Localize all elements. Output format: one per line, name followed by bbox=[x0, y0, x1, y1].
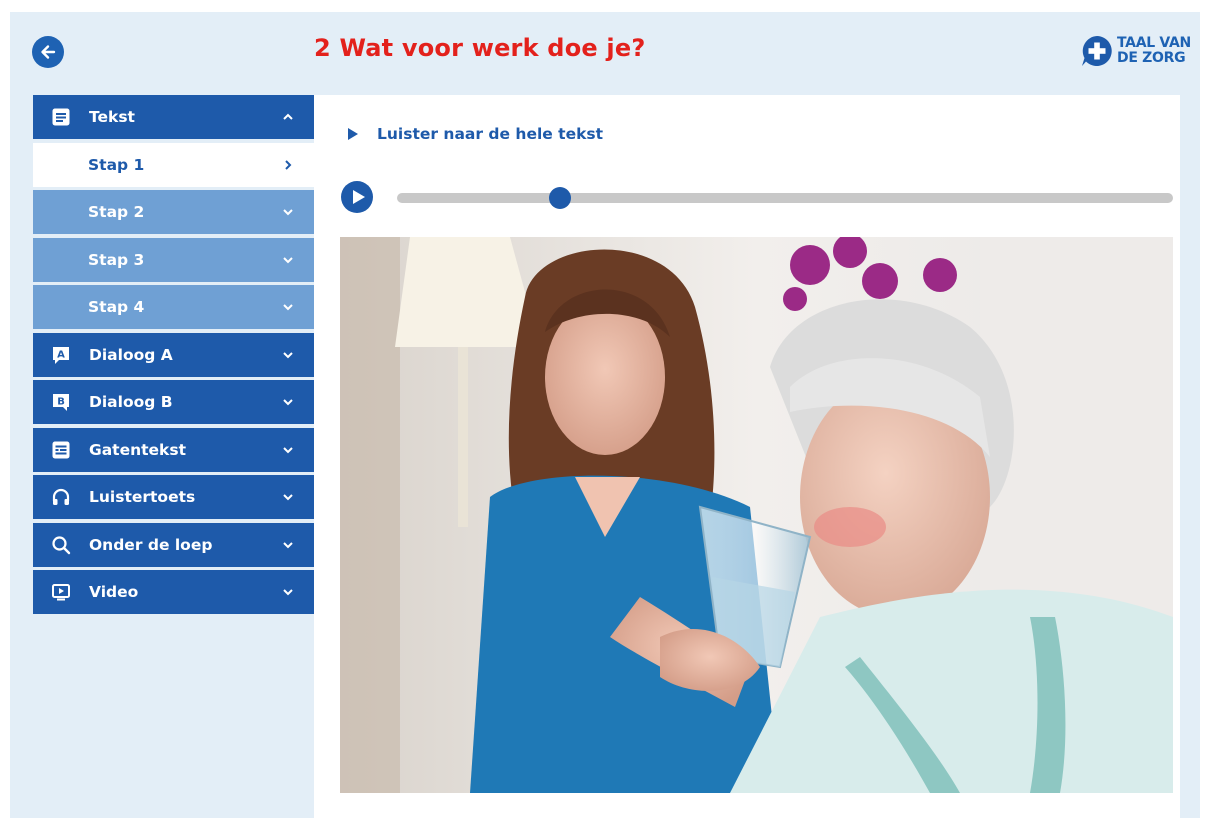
sidebar-item-label: Video bbox=[89, 583, 139, 601]
headphones-icon bbox=[52, 488, 70, 505]
sidebar-item-label: Dialoog B bbox=[89, 393, 173, 411]
sidebar-item-gatentekst[interactable]: Gatentekst bbox=[33, 427, 314, 472]
audio-progress-thumb[interactable] bbox=[548, 187, 571, 209]
sidebar-item-label: Gatentekst bbox=[89, 440, 187, 459]
document-icon bbox=[52, 108, 70, 126]
sidebar: Tekst Stap 1 Stap 2 Stap 3 Stap 4 A Dial… bbox=[33, 95, 314, 618]
sidebar-item-stap-2[interactable]: Stap 2 bbox=[33, 190, 314, 234]
play-icon bbox=[352, 190, 365, 204]
chevron-right-icon bbox=[285, 159, 292, 170]
sidebar-item-label: Tekst bbox=[89, 108, 135, 126]
magnifier-icon bbox=[52, 535, 71, 554]
chevron-down-icon bbox=[283, 589, 293, 596]
audio-progress-track[interactable] bbox=[397, 187, 1173, 209]
dialog-b-icon: B bbox=[53, 394, 69, 411]
svg-text:A: A bbox=[57, 349, 65, 360]
lesson-photo bbox=[340, 237, 1173, 793]
logo: TAAL VAN DE ZORG bbox=[1080, 34, 1191, 68]
sidebar-item-tekst[interactable]: Tekst bbox=[33, 95, 314, 139]
sidebar-item-label: Dialoog A bbox=[89, 345, 173, 364]
chevron-up-icon bbox=[283, 113, 293, 120]
page-title: 2 Wat voor werk doe je? bbox=[314, 34, 646, 62]
sidebar-item-video[interactable]: Video bbox=[33, 570, 314, 614]
sidebar-item-luistertoets[interactable]: Luistertoets bbox=[33, 475, 314, 519]
chevron-down-icon bbox=[283, 446, 293, 453]
arrow-left-icon bbox=[41, 45, 56, 59]
logo-line-1: TAAL VAN bbox=[1117, 35, 1191, 51]
logo-line-2: DE ZORG bbox=[1117, 50, 1186, 66]
sidebar-item-stap-3[interactable]: Stap 3 bbox=[33, 237, 314, 282]
chevron-down-icon bbox=[283, 256, 293, 263]
sidebar-item-label: Stap 3 bbox=[88, 250, 145, 269]
sidebar-item-stap-1[interactable]: Stap 1 bbox=[33, 142, 314, 187]
svg-text:B: B bbox=[57, 397, 65, 408]
content-panel: Luister naar de hele tekst bbox=[314, 95, 1180, 818]
chevron-down-icon bbox=[283, 304, 293, 311]
listen-label: Luister naar de hele tekst bbox=[377, 125, 604, 143]
sidebar-item-label: Stap 2 bbox=[88, 203, 145, 221]
sidebar-item-dialoog-b[interactable]: B Dialoog B bbox=[33, 380, 314, 424]
sidebar-item-label: Stap 1 bbox=[88, 155, 145, 174]
app-window: 2 Wat voor werk doe je? TAAL VAN DE ZORG… bbox=[10, 12, 1200, 818]
chevron-down-icon bbox=[283, 494, 293, 501]
photo-nurse-helping-elderly-woman-drink bbox=[340, 237, 1173, 793]
play-triangle-icon bbox=[348, 128, 358, 140]
listen-full-text-link[interactable]: Luister naar de hele tekst bbox=[347, 125, 603, 143]
audio-play-button[interactable] bbox=[341, 181, 373, 213]
back-button[interactable] bbox=[32, 36, 64, 68]
video-icon bbox=[52, 584, 70, 601]
dialog-a-icon: A bbox=[53, 346, 69, 364]
sidebar-item-label: Onder de loep bbox=[89, 535, 213, 554]
sidebar-item-stap-4[interactable]: Stap 4 bbox=[33, 285, 314, 329]
chevron-down-icon bbox=[283, 399, 293, 406]
sidebar-item-label: Stap 4 bbox=[88, 298, 145, 316]
plus-speech-bubble-icon bbox=[1082, 36, 1112, 66]
chevron-down-icon bbox=[283, 541, 293, 548]
fill-in-text-icon bbox=[52, 441, 70, 458]
chevron-down-icon bbox=[283, 209, 293, 216]
sidebar-item-onder-de-loep[interactable]: Onder de loep bbox=[33, 522, 314, 567]
sidebar-item-dialoog-a[interactable]: A Dialoog A bbox=[33, 332, 314, 377]
chevron-down-icon bbox=[283, 351, 293, 358]
sidebar-item-label: Luistertoets bbox=[89, 488, 196, 506]
